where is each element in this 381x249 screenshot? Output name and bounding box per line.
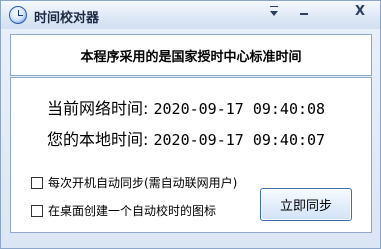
minimize-icon [300,13,308,15]
banner-text: 本程序采用的是国家授时中心标准时间 [80,50,302,65]
desktop-icon-option[interactable]: 在桌面创建一个自动校时的图标 [31,202,216,219]
minimize-button[interactable] [293,2,315,20]
network-time-value: 2020-09-17 09:40:08 [153,100,326,118]
local-time-value: 2020-09-17 09:40:07 [153,131,326,149]
main-panel: 当前网络时间: 2020-09-17 09:40:08 您的本地时间: 2020… [10,77,372,233]
chevron-down-icon [270,10,278,16]
desktop-icon-checkbox[interactable] [31,204,43,217]
close-button[interactable]: X [341,2,379,20]
title-bar[interactable]: 时间校对器 X [1,1,380,29]
network-time-label: 当前网络时间: [47,99,149,118]
auto-sync-label[interactable]: 每次开机自动同步(需自动联网用户) [48,174,237,191]
menu-bar-icon [270,6,278,7]
menu-dropdown-button[interactable] [263,2,285,20]
local-time-label: 您的本地时间: [47,130,149,149]
auto-sync-option[interactable]: 每次开机自动同步(需自动联网用户) [31,174,237,191]
network-time-row: 当前网络时间: 2020-09-17 09:40:08 [47,95,325,119]
auto-sync-checkbox[interactable] [31,176,43,189]
local-time-row: 您的本地时间: 2020-09-17 09:40:07 [47,126,325,150]
banner-panel: 本程序采用的是国家授时中心标准时间 [10,34,372,76]
app-window: 时间校对器 X 本程序采用的是国家授时中心标准时间 当前网络时间: 2020-0… [0,0,381,249]
sync-now-button[interactable]: 立即同步 [260,188,352,221]
window-title: 时间校对器 [34,11,100,26]
clock-icon [9,6,27,24]
desktop-icon-label[interactable]: 在桌面创建一个自动校时的图标 [48,202,216,219]
